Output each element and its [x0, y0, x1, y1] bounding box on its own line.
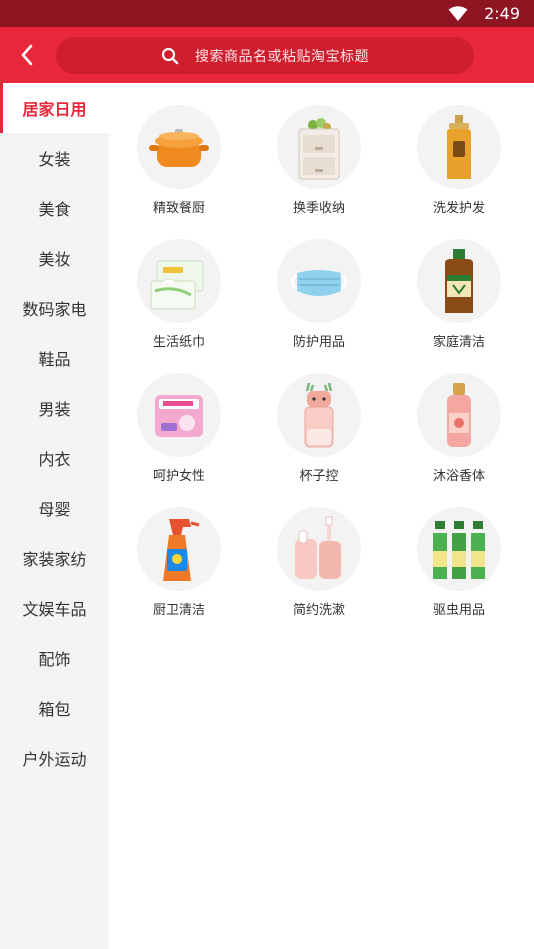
- subcategory-thumb: [137, 105, 221, 189]
- subcategory-label: 厨卫清洁: [152, 603, 205, 618]
- subcategory-kitchenware[interactable]: 精致餐厨: [109, 105, 249, 239]
- category-sidebar: 居家日用 女装 美食 美妆 数码家电 鞋品 男装 内衣 母婴 家装家纺 文娱车品…: [0, 83, 109, 949]
- sidebar-item-entertainment-car[interactable]: 文娱车品: [0, 583, 109, 633]
- subcategory-thumb: [277, 507, 361, 591]
- status-time: 2:49: [484, 4, 520, 23]
- subcategory-thumb: [277, 105, 361, 189]
- wifi-icon: [448, 6, 468, 21]
- subcategory-thumb: [417, 507, 501, 591]
- subcategory-label: 生活纸巾: [152, 335, 205, 350]
- subcategory-label: 家庭清洁: [432, 335, 485, 350]
- sidebar-item-digital-appliances[interactable]: 数码家电: [0, 283, 109, 333]
- sidebar-item-mother-baby[interactable]: 母婴: [0, 483, 109, 533]
- sidebar-item-mens-clothing[interactable]: 男装: [0, 383, 109, 433]
- cooking-pot-icon: [149, 129, 209, 167]
- subcategory-label: 驱虫用品: [432, 603, 485, 618]
- subcategory-label: 沐浴香体: [432, 469, 485, 484]
- subcategory-thumb: [137, 507, 221, 591]
- subcategory-label: 精致餐厨: [152, 201, 205, 216]
- subcategory-thumb: [417, 239, 501, 323]
- sidebar-item-accessories[interactable]: 配饰: [0, 633, 109, 683]
- top-bar: 搜索商品名或粘贴淘宝标题: [0, 27, 534, 83]
- subcategory-thumb: [277, 239, 361, 323]
- subcategory-insect-repellent[interactable]: 驱虫用品: [389, 507, 529, 641]
- subcategory-thumb: [277, 373, 361, 457]
- subcategory-grid: 精致餐厨 换季收纳 洗发护发 生活纸巾 防护用品 家庭清洁 呵护女性 杯子控 沐…: [109, 105, 534, 641]
- search-icon: [161, 47, 179, 65]
- back-button[interactable]: [10, 39, 44, 71]
- storage-drawer-icon: [298, 118, 340, 180]
- sidebar-item-shoes[interactable]: 鞋品: [0, 333, 109, 383]
- sidebar-item-womens-clothing[interactable]: 女装: [0, 133, 109, 183]
- subcategory-toiletries[interactable]: 简约洗漱: [249, 507, 389, 641]
- search-placeholder: 搜索商品名或粘贴淘宝标题: [195, 48, 369, 65]
- subcategory-thumb: [137, 239, 221, 323]
- disinfectant-bottle-icon: [445, 249, 473, 313]
- chevron-left-icon: [21, 44, 33, 66]
- category-content: 精致餐厨 换季收纳 洗发护发 生活纸巾 防护用品 家庭清洁 呵护女性 杯子控 沐…: [109, 83, 534, 949]
- subcategory-label: 防护用品: [292, 335, 345, 350]
- toothbrush-cup-icon: [295, 516, 341, 579]
- status-bar: 2:49: [0, 0, 534, 27]
- insect-repellent-icon: [433, 521, 485, 579]
- subcategory-storage[interactable]: 换季收纳: [249, 105, 389, 239]
- subcategory-thumb: [417, 105, 501, 189]
- body-mist-icon: [447, 383, 471, 447]
- sidebar-item-beauty[interactable]: 美妆: [0, 233, 109, 283]
- tissue-box-icon: [150, 260, 204, 310]
- subcategory-protective[interactable]: 防护用品: [249, 239, 389, 373]
- sanitary-pad-icon: [155, 395, 203, 437]
- subcategory-thumb: [417, 373, 501, 457]
- subcategory-cups[interactable]: 杯子控: [249, 373, 389, 507]
- subcategory-bath-fragrance[interactable]: 沐浴香体: [389, 373, 529, 507]
- spray-cleaner-icon: [163, 519, 200, 581]
- sidebar-item-bags[interactable]: 箱包: [0, 683, 109, 733]
- sidebar-item-underwear[interactable]: 内衣: [0, 433, 109, 483]
- sidebar-item-outdoor-sports[interactable]: 户外运动: [0, 733, 109, 783]
- subcategory-hair-care[interactable]: 洗发护发: [389, 105, 529, 239]
- shampoo-bottle-icon: [447, 115, 471, 179]
- sidebar-item-food[interactable]: 美食: [0, 183, 109, 233]
- sidebar-item-home-textiles[interactable]: 家装家纺: [0, 533, 109, 583]
- water-cup-icon: [304, 382, 334, 448]
- search-input[interactable]: 搜索商品名或粘贴淘宝标题: [56, 37, 474, 74]
- subcategory-home-cleaning[interactable]: 家庭清洁: [389, 239, 529, 373]
- subcategory-label: 洗发护发: [432, 201, 485, 216]
- subcategory-kitchen-bath-cleaning[interactable]: 厨卫清洁: [109, 507, 249, 641]
- subcategory-tissue[interactable]: 生活纸巾: [109, 239, 249, 373]
- subcategory-feminine-care[interactable]: 呵护女性: [109, 373, 249, 507]
- subcategory-label: 呵护女性: [152, 469, 205, 484]
- face-mask-icon: [290, 270, 348, 296]
- sidebar-item-home-daily[interactable]: 居家日用: [0, 83, 109, 133]
- subcategory-label: 换季收纳: [292, 201, 345, 216]
- subcategory-thumb: [137, 373, 221, 457]
- subcategory-label: 简约洗漱: [292, 603, 345, 618]
- subcategory-label: 杯子控: [299, 469, 339, 484]
